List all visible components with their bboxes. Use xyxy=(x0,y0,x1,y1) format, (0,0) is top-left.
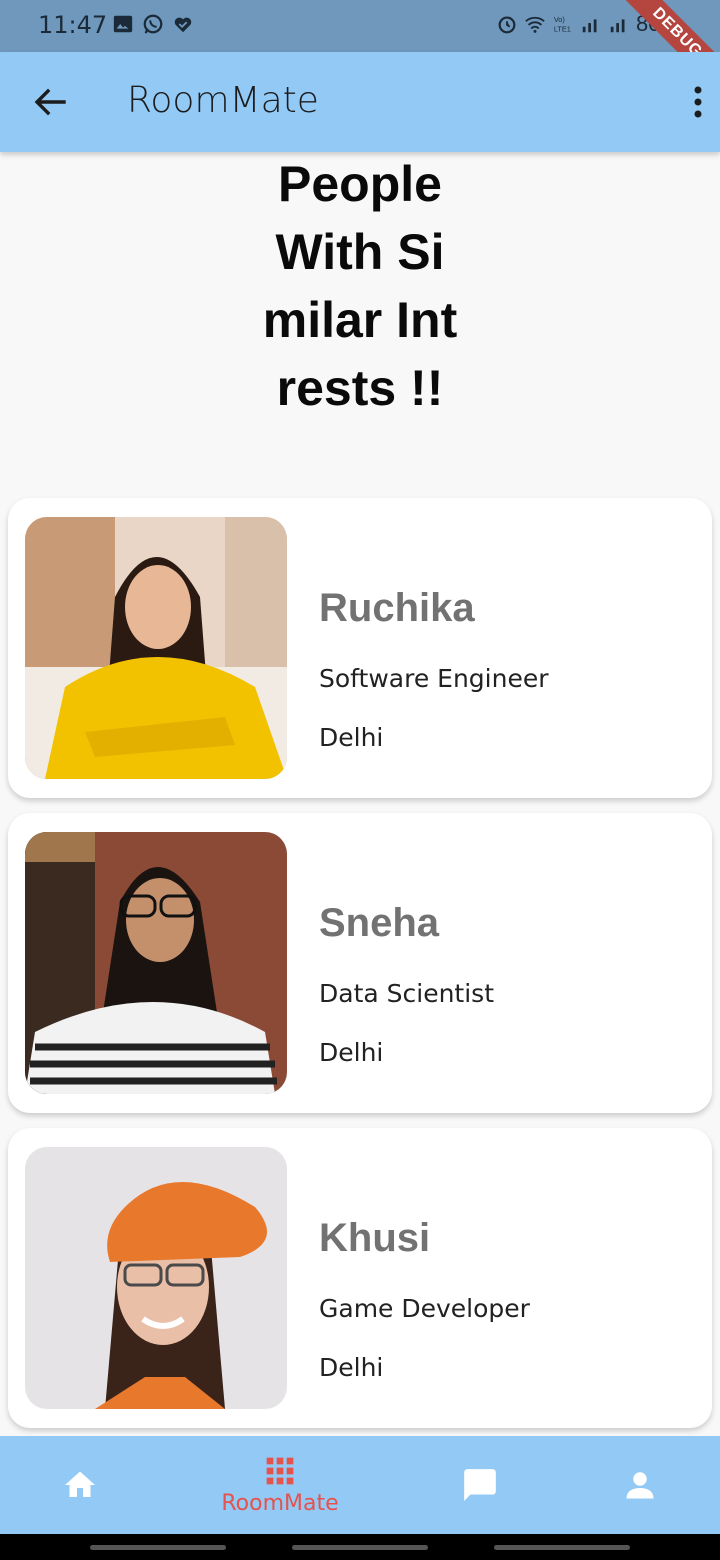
more-vert-icon[interactable] xyxy=(688,82,708,122)
system-navigation-bar xyxy=(0,1534,720,1560)
chat-icon xyxy=(464,1469,496,1501)
home-icon xyxy=(65,1471,95,1497)
image-icon xyxy=(113,15,133,33)
back-arrow-icon[interactable] xyxy=(30,82,70,122)
profile-card[interactable]: Ruchika Software Engineer Delhi xyxy=(8,498,712,798)
nav-profile[interactable] xyxy=(600,1436,680,1534)
nav-home[interactable] xyxy=(40,1436,120,1534)
profile-city: Delhi xyxy=(319,1353,384,1382)
profile-role: Game Developer xyxy=(319,1294,530,1323)
profile-city: Delhi xyxy=(319,1038,384,1067)
signal-icon xyxy=(582,19,597,33)
system-back-handle[interactable] xyxy=(494,1545,630,1550)
signal-icon-2 xyxy=(610,19,625,33)
app-bar: RoomMate xyxy=(0,52,720,152)
alarm-icon xyxy=(498,16,516,34)
status-bar: 11:47 Vo)LTE1 80% DEBUG xyxy=(0,0,720,103)
profile-photo xyxy=(25,517,287,779)
system-home-handle[interactable] xyxy=(292,1545,428,1550)
profile-photo xyxy=(25,1147,287,1409)
profile-name: Ruchika xyxy=(319,586,475,630)
profile-role: Data Scientist xyxy=(319,979,494,1008)
grid-icon xyxy=(266,1457,294,1484)
profile-role: Software Engineer xyxy=(319,664,549,693)
person-icon xyxy=(626,1472,654,1499)
nav-roommate-label: RoomMate xyxy=(221,1490,339,1516)
svg-text:LTE1: LTE1 xyxy=(554,24,571,33)
profile-city: Delhi xyxy=(319,723,384,752)
svg-text:Vo): Vo) xyxy=(554,15,565,24)
whatsapp-icon xyxy=(143,14,163,34)
nav-roommate[interactable]: RoomMate xyxy=(200,1436,360,1534)
status-time: 11:47 xyxy=(38,11,108,39)
bottom-navigation: RoomMate xyxy=(0,1436,720,1534)
nav-chat[interactable] xyxy=(440,1436,520,1534)
app-bar-title: RoomMate xyxy=(127,80,319,121)
profile-card[interactable]: Khusi Game Developer Delhi xyxy=(8,1128,712,1428)
page-heading: People With Similar Intrests !! xyxy=(262,156,458,416)
notification-icons xyxy=(112,13,194,35)
profile-card[interactable]: Sneha Data Scientist Delhi xyxy=(8,813,712,1113)
system-recents-handle[interactable] xyxy=(90,1545,226,1550)
lte-icon: Vo)LTE1 xyxy=(554,15,571,33)
profile-name: Sneha xyxy=(319,901,440,945)
heart-check-icon xyxy=(174,17,192,33)
profile-name: Khusi xyxy=(319,1216,431,1260)
profile-photo xyxy=(25,832,287,1094)
wifi-icon xyxy=(525,16,545,33)
